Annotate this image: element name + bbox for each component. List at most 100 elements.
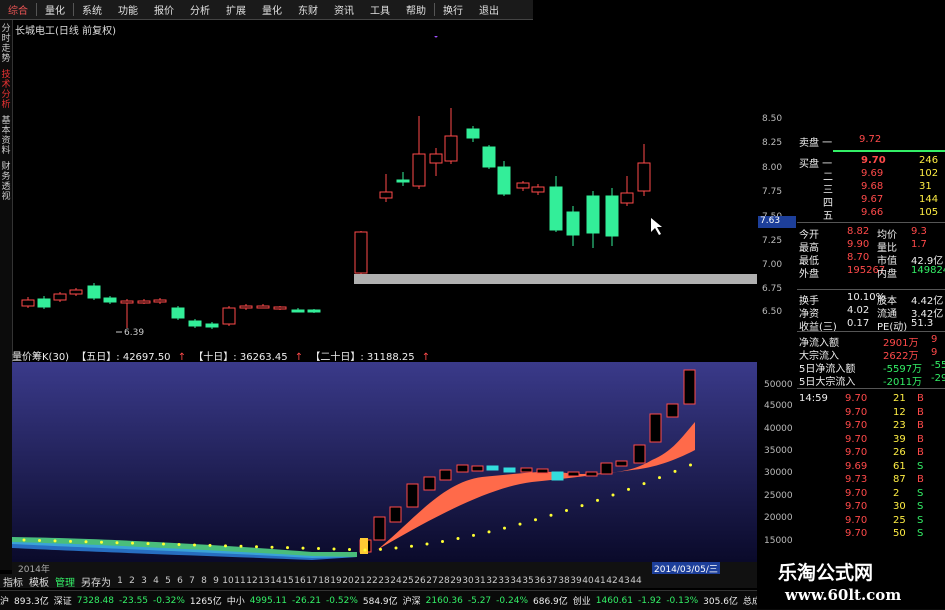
tick-row: 9.73 87 B	[797, 474, 945, 487]
indicator-number-tab[interactable]: 6	[174, 576, 186, 586]
trend-dot	[549, 513, 553, 517]
menu-item[interactable]: 量化	[37, 2, 73, 17]
indicator-number-tab[interactable]: 14	[270, 576, 282, 586]
menu-item[interactable]: 资讯	[326, 2, 362, 17]
trend-dot	[208, 543, 212, 547]
indicator-number-tab[interactable]: 26	[414, 576, 426, 586]
indicator-number-tab[interactable]: 17	[306, 576, 318, 586]
menu-item[interactable]: 东财	[290, 2, 326, 17]
indicator-number-tab[interactable]: 32	[486, 576, 498, 586]
left-tab[interactable]: 分时走势	[1, 24, 11, 64]
indicator-number-tab[interactable]: 41	[594, 576, 606, 586]
bid-price: 9.67	[861, 194, 884, 205]
candle-down	[497, 161, 511, 196]
indicator-number-tab[interactable]: 13	[258, 576, 270, 586]
indicator-number-tab[interactable]: 42	[606, 576, 618, 586]
menu-item[interactable]: 分析	[182, 2, 218, 17]
indicator-number-tab[interactable]: 23	[378, 576, 390, 586]
indicator-number-tab[interactable]: 33	[498, 576, 510, 586]
bid-row: 二 9.69 102	[797, 168, 945, 183]
indicator-header: 量价筹K(30) 【五日】: 42697.50 ↑ 【十日】: 36263.45…	[12, 348, 757, 363]
indicator-chart[interactable]	[12, 362, 757, 562]
indicator-number-tab[interactable]: 28	[438, 576, 450, 586]
left-tab[interactable]: 技术分析	[1, 70, 11, 110]
indicator-number-tab[interactable]: 10	[222, 576, 234, 586]
left-tab[interactable]: 财务透视	[1, 162, 11, 202]
indicator-number-tab[interactable]: 44	[630, 576, 642, 586]
indicator-number-tab[interactable]: 30	[462, 576, 474, 586]
indicator-tick: 50000	[764, 380, 793, 390]
candle-up	[620, 176, 634, 206]
menu-item[interactable]: 量化	[254, 2, 290, 17]
menu-item[interactable]: 系统	[74, 2, 110, 17]
trend-dot	[239, 544, 243, 548]
indicator-number-tab[interactable]: 2	[126, 576, 138, 586]
indicator-tab[interactable]: 另存为	[78, 574, 114, 589]
indicator-number-tab[interactable]: 34	[510, 576, 522, 586]
indicator-number-tab[interactable]: 24	[390, 576, 402, 586]
indicator-number-tab[interactable]: 15	[282, 576, 294, 586]
status-item: 中小	[226, 597, 245, 607]
indicator-number-tab[interactable]: 16	[294, 576, 306, 586]
indicator-tab[interactable]: 模板	[26, 574, 52, 589]
indicator-number-tab[interactable]: 9	[210, 576, 222, 586]
indicator-number-tab[interactable]: 18	[318, 576, 330, 586]
flow-value-2: -55	[931, 360, 945, 371]
menu-item[interactable]: 报价	[146, 2, 182, 17]
indicator-number-tab[interactable]: 12	[246, 576, 258, 586]
trend-dot	[348, 547, 351, 551]
stat-value: 149824	[911, 265, 945, 276]
indicator-number-tab[interactable]: 8	[198, 576, 210, 586]
menu-item[interactable]: 退出	[471, 2, 507, 17]
flow-row: 5日净流入额 -5597万 -55	[797, 360, 945, 375]
indicator-number-tab[interactable]: 7	[186, 576, 198, 586]
indicator-candle-up	[633, 444, 646, 464]
stat-value: 1.7	[911, 239, 927, 250]
indicator-number-tab[interactable]: 11	[234, 576, 246, 586]
candle-up	[273, 306, 287, 310]
indicator-number-tab[interactable]: 20	[342, 576, 354, 586]
tick-volume: 25	[893, 514, 906, 526]
indicator-number-tab[interactable]: 27	[426, 576, 438, 586]
indicator-number-tab[interactable]: 40	[582, 576, 594, 586]
indicator-number-tab[interactable]: 21	[354, 576, 366, 586]
indicator-number-tab[interactable]: 35	[522, 576, 534, 586]
panel-divider	[797, 331, 945, 332]
candle-down	[188, 319, 202, 328]
indicator-number-tab[interactable]: 22	[366, 576, 378, 586]
indicator-number-tab[interactable]: 36	[534, 576, 546, 586]
candle-down	[103, 296, 117, 304]
menu-item[interactable]: 功能	[110, 2, 146, 17]
trend-dot	[487, 530, 491, 534]
indicator-number-tab[interactable]: 37	[546, 576, 558, 586]
indicator-number-tab[interactable]: 38	[558, 576, 570, 586]
indicator-number-tab[interactable]: 1	[114, 576, 126, 586]
indicator-tab[interactable]: 管理	[52, 574, 78, 589]
left-tab[interactable]: 基本资料	[1, 116, 11, 156]
indicator-number-tab[interactable]: 39	[570, 576, 582, 586]
indicator-axis: 50000 45000 40000 35000 30000 25000 20000 15000	[758, 362, 798, 562]
indicator-number-tab[interactable]: 43	[618, 576, 630, 586]
indicator-number-tab[interactable]: 19	[330, 576, 342, 586]
trend-dot	[379, 547, 382, 551]
tick-volume: 21	[893, 393, 906, 404]
menu-item[interactable]: 换行	[435, 2, 471, 17]
menu-item[interactable]: 扩展	[218, 2, 254, 17]
trend-dot	[658, 476, 661, 480]
trend-dot	[177, 543, 181, 546]
indicator-number-tab[interactable]: 29	[450, 576, 462, 586]
menu-item[interactable]: 帮助	[398, 2, 434, 17]
flow-value: -2011万	[883, 377, 923, 388]
indicator-number-tab[interactable]: 4	[150, 576, 162, 586]
bid-price: 9.66	[861, 207, 884, 218]
menu-item[interactable]: 工具	[362, 2, 398, 17]
indicator-tab[interactable]: 指标	[0, 574, 26, 589]
indicator-number-tab[interactable]: 25	[402, 576, 414, 586]
price-tick: 8.00	[762, 163, 783, 173]
indicator-number-tab[interactable]: 3	[138, 576, 150, 586]
menu-item[interactable]: 综合	[0, 2, 36, 17]
tick-side: S	[917, 460, 924, 472]
indicator-number-tab[interactable]: 31	[474, 576, 486, 586]
indicator-number-tab[interactable]: 5	[162, 576, 174, 586]
kline-chart[interactable]: 6.39	[12, 36, 757, 346]
